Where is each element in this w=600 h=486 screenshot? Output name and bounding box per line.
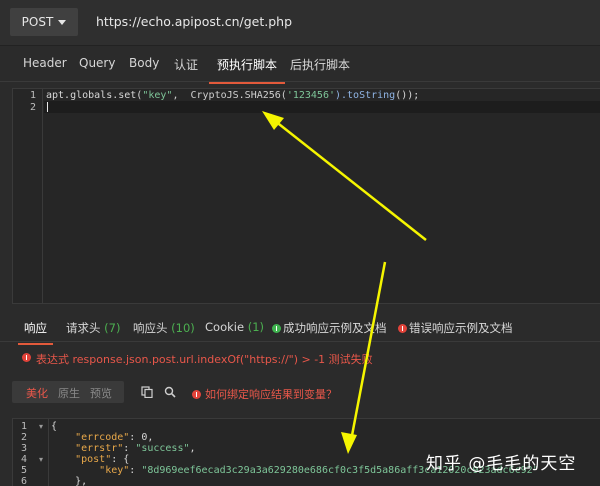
tab-cookie[interactable]: Cookie (1) [205,320,264,334]
response-tabs: 响应 请求头 (7) 响应头 (10) Cookie (1) 成功响应示例及文档… [0,312,600,345]
editor-gutter: 1 2 [13,89,43,303]
line-number: 4 [21,454,28,465]
tab-auth[interactable]: 认证 [174,56,198,73]
json-key: "errstr" [75,443,124,454]
json-string: "success" [135,443,190,454]
code-text: ()); [395,90,420,101]
code-method: ).toString [335,90,396,101]
tab-body[interactable]: Body [129,56,159,70]
code-string: '123456' [286,90,335,101]
tab-label: Cookie [205,320,245,334]
tab-label: 成功响应示例及文档 [283,321,387,335]
json-brace: }, [75,476,88,486]
json-number: 0 [141,432,148,443]
format-raw-button[interactable]: 原生 [58,385,80,401]
line-number: 1 [21,421,28,432]
json-line: "post": { [75,454,130,465]
tab-label: 错误响应示例及文档 [409,321,513,335]
format-pretty-button[interactable]: 美化 [26,385,48,401]
code-line-1: apt.globals.set("key", CryptoJS.SHA256('… [46,90,419,101]
json-line: }, [51,476,87,486]
fold-icon[interactable]: ▾ [39,455,43,464]
code-text: apt.globals.set( [46,90,143,101]
method-dropdown[interactable]: POST [10,8,78,36]
help-icon [192,390,201,399]
response-gutter: 1 ▾ 2 3 4 ▾ 5 6 [13,419,49,486]
bind-variable-link[interactable]: 如何绑定响应结果到变量？ [192,386,337,402]
tab-error-doc[interactable]: 错误响应示例及文档 [398,320,513,336]
json-key: "errcode" [75,432,130,443]
method-label: POST [21,15,54,29]
line-number: 6 [21,476,28,486]
line-number: 3 [21,443,28,454]
tab-label: 响应头 [133,321,168,335]
json-line: "errcode": 0, [75,432,154,443]
line-number: 2 [29,102,36,113]
count-badge: (1) [247,320,264,334]
script-editor[interactable]: 1 2 apt.globals.set("key", CryptoJS.SHA2… [12,88,600,304]
tab-response[interactable]: 响应 [18,320,53,345]
json-brace: { [123,454,130,465]
assertion-error: 表达式 response.json.post.url.indexOf("http… [0,346,600,370]
tab-pre-script[interactable]: 预执行脚本 [208,56,286,84]
count-badge: (10) [171,321,195,335]
code-string: "key" [142,90,173,101]
request-bar: POST https://echo.apipost.cn/get.php [0,0,600,46]
assertion-error-text: 表达式 response.json.post.url.indexOf("http… [36,353,373,366]
line-number: 5 [21,465,28,476]
url-input[interactable]: https://echo.apipost.cn/get.php [96,14,292,29]
count-badge: (7) [104,321,121,335]
tab-header[interactable]: Header [23,56,67,70]
json-line: "errstr": "success", [75,443,196,454]
code-text: , CryptoJS.SHA256( [172,90,287,101]
json-key: "post" [75,454,112,465]
json-line: { [51,421,58,432]
info-icon [272,324,281,333]
line-number: 1 [29,90,36,101]
json-key: "key" [99,465,130,476]
error-icon [22,353,31,362]
tab-success-doc[interactable]: 成功响应示例及文档 [272,320,387,336]
tab-request-headers[interactable]: 请求头 (7) [66,320,120,336]
active-line [44,101,600,113]
format-toggle: 美化 原生 预览 [12,381,124,403]
copy-icon[interactable] [141,386,153,398]
info-icon [398,324,407,333]
tab-query[interactable]: Query [79,56,115,70]
tab-label: 请求头 [66,321,101,335]
tab-post-script[interactable]: 后执行脚本 [290,56,350,73]
format-preview-button[interactable]: 预览 [90,385,112,401]
bind-variable-label: 如何绑定响应结果到变量？ [205,388,337,401]
text-cursor [47,102,48,112]
tab-response-headers[interactable]: 响应头 (10) [133,320,195,336]
search-icon[interactable] [164,386,176,398]
watermark: 知乎 @毛毛的天空 [426,454,577,474]
fold-icon[interactable]: ▾ [39,422,43,431]
request-tabs: Header Query Body 认证 预执行脚本 后执行脚本 [0,46,600,84]
line-number: 2 [21,432,28,443]
caret-down-icon [58,19,67,25]
